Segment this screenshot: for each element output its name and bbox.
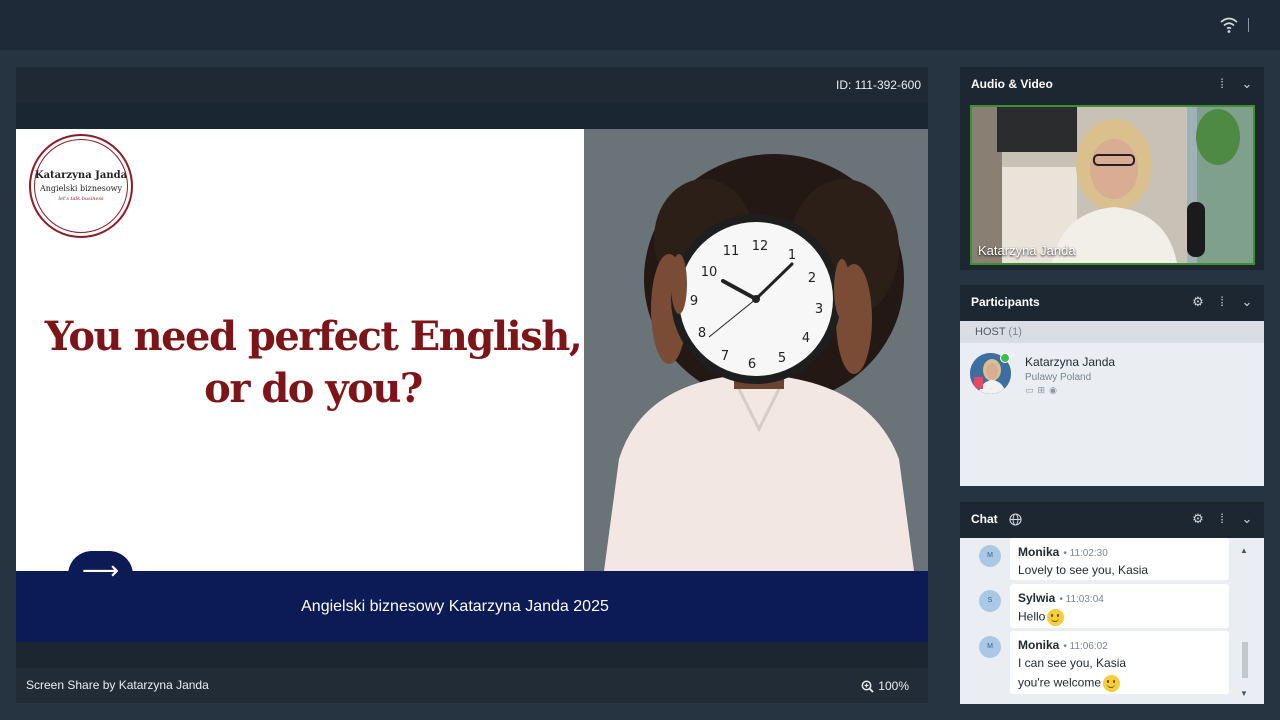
svg-text:5: 5	[778, 351, 786, 366]
participants-header: Participants ⚙ ⁞ ⌄	[960, 285, 1264, 319]
zoom-icon	[861, 680, 874, 693]
woman-with-clock-illustration: 12 11 10 9 8 7 6 5 4 3 2 1	[584, 129, 928, 571]
smile-emoji-icon	[1047, 609, 1065, 626]
chat-timestamp: 11:03:04	[1059, 594, 1103, 605]
chat-title: Chat	[971, 512, 998, 526]
chat-text: Lovely to see you, Kasia	[1018, 563, 1149, 577]
svg-text:8: 8	[698, 326, 706, 341]
zoom-level: 100%	[878, 679, 909, 693]
smile-emoji-icon	[1103, 675, 1120, 692]
gear-icon[interactable]: ⚙	[1190, 511, 1206, 527]
headline-line-1: You need perfect English,	[44, 313, 583, 360]
chat-message-card: Monika11:02:30 Lovely to see you, Kasia	[1010, 538, 1229, 580]
chat-panel: Chat ⚙ ⁞ ⌄ M Monika11:02:30 Lovely to se…	[960, 502, 1264, 704]
drag-handle-icon[interactable]: ⁞	[1214, 511, 1230, 527]
brand-logo: Katarzyna Janda Angielski biznesowy let'…	[29, 134, 133, 238]
chat-text: I can see you, Kasia	[1018, 656, 1127, 670]
participant-row[interactable]: Katarzyna Janda Pulawy Poland ▭ ⊞ ◉	[970, 353, 1260, 397]
share-caption: Screen Share by Katarzyna Janda	[26, 678, 209, 692]
windows-icon: ⊞	[1037, 385, 1046, 395]
shared-slide: Katarzyna Janda Angielski biznesowy let'…	[16, 129, 928, 642]
globe-icon[interactable]	[1009, 513, 1022, 526]
next-arrow-icon: ⟶	[68, 551, 133, 591]
scroll-down-icon[interactable]: ▼	[1240, 689, 1248, 698]
host-count: (1)	[1008, 326, 1022, 338]
chat-message-card: Sylwia11:03:04 Hello	[1010, 584, 1229, 628]
audio-video-panel: Audio & Video ⁞ ⌄ Katarzyna Janda	[960, 67, 1264, 270]
chat-timestamp: 11:06:02	[1063, 641, 1107, 652]
zoom-control[interactable]: 100%	[861, 679, 909, 693]
speaker-name-label: Katarzyna Janda	[978, 243, 1076, 258]
share-bottom-bar: Screen Share by Katarzyna Janda 100%	[16, 668, 928, 703]
participants-title: Participants	[971, 295, 1040, 309]
scroll-thumb[interactable]	[1242, 642, 1248, 678]
audio-video-title: Audio & Video	[971, 77, 1053, 91]
logo-tagline: let's talk business	[58, 196, 104, 202]
chevron-down-icon[interactable]: ⌄	[1239, 511, 1255, 527]
host-group-header[interactable]: HOST (1)	[960, 321, 1264, 343]
screen-share-panel: ID: 111-392-600 Katarzyna Janda Angielsk…	[16, 67, 928, 703]
avatar: M	[979, 545, 1001, 567]
drag-handle-icon[interactable]: ⁞	[1214, 76, 1230, 92]
top-bar	[0, 0, 1280, 50]
participant-location: Pulawy Poland	[1025, 372, 1092, 383]
participant-name: Katarzyna Janda	[1025, 355, 1116, 369]
chat-sender: Monika	[1018, 638, 1060, 652]
topbar-divider	[1248, 18, 1249, 32]
speaker-video-frame	[972, 107, 1253, 263]
chevron-down-icon[interactable]: ⌄	[1239, 294, 1255, 310]
svg-text:3: 3	[815, 302, 823, 317]
participants-list: HOST (1) Katarzyna Janda Pulawy Poland ▭…	[960, 321, 1264, 486]
host-label: HOST	[975, 326, 1006, 338]
audio-video-header: Audio & Video ⁞ ⌄	[960, 67, 1264, 101]
wifi-icon[interactable]	[1219, 16, 1239, 34]
svg-text:11: 11	[723, 244, 740, 259]
browser-icon: ◉	[1049, 385, 1057, 395]
svg-text:12: 12	[752, 239, 769, 254]
chat-sender: Sylwia	[1018, 591, 1056, 605]
svg-text:4: 4	[802, 331, 810, 346]
share-strip	[16, 103, 928, 129]
participants-panel: Participants ⚙ ⁞ ⌄ HOST (1) Katarzyna Ja…	[960, 285, 1264, 486]
chat-text: Hello	[1018, 609, 1046, 624]
speaker-video[interactable]: Katarzyna Janda	[970, 105, 1255, 265]
laptop-icon: ▭	[1025, 385, 1034, 395]
svg-text:2: 2	[808, 271, 816, 286]
chat-timestamp: 11:02:30	[1063, 548, 1107, 559]
chat-scrollbar[interactable]: ▲ ▼	[1240, 546, 1250, 698]
svg-text:1: 1	[788, 248, 796, 263]
share-header: ID: 111-392-600	[16, 67, 928, 103]
chat-message-card: Monika11:06:02 I can see you, Kasia you'…	[1010, 631, 1229, 694]
slide-headline: You need perfect English, or do you?	[16, 311, 610, 415]
headline-line-2: or do you?	[204, 365, 423, 412]
svg-text:7: 7	[721, 349, 729, 364]
svg-text:9: 9	[690, 294, 698, 309]
participant-device-icons: ▭ ⊞ ◉	[1025, 385, 1057, 396]
online-status-icon	[1000, 353, 1010, 363]
logo-subtitle: Angielski biznesowy	[39, 184, 123, 193]
gear-icon[interactable]: ⚙	[1190, 294, 1206, 310]
svg-text:10: 10	[701, 265, 718, 280]
slide-footer-bar: Angielski biznesowy Katarzyna Janda 2025	[16, 571, 928, 642]
drag-handle-icon[interactable]: ⁞	[1214, 294, 1230, 310]
chat-text: you're welcome	[1018, 675, 1101, 690]
slide-footer-text: Angielski biznesowy Katarzyna Janda 2025	[301, 598, 609, 615]
chat-header: Chat ⚙ ⁞ ⌄	[960, 502, 1264, 536]
slide-photo: 12 11 10 9 8 7 6 5 4 3 2 1	[584, 129, 928, 571]
chevron-down-icon[interactable]: ⌄	[1239, 76, 1255, 92]
meeting-id: ID: 111-392-600	[836, 78, 921, 92]
chat-sender: Monika	[1018, 545, 1060, 559]
scroll-up-icon[interactable]: ▲	[1240, 546, 1248, 555]
svg-text:6: 6	[748, 357, 756, 372]
chat-messages[interactable]: M Monika11:02:30 Lovely to see you, Kasi…	[960, 538, 1264, 704]
avatar: M	[979, 636, 1001, 658]
slide-text-area: Katarzyna Janda Angielski biznesowy let'…	[16, 129, 584, 571]
logo-name: Katarzyna Janda	[34, 170, 128, 181]
avatar: S	[979, 590, 1001, 612]
